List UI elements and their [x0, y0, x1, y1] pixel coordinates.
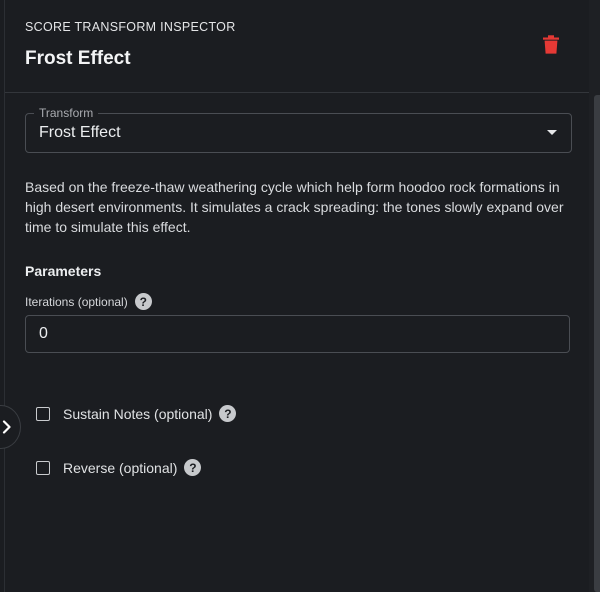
- inspector-title: Frost Effect: [25, 48, 131, 69]
- transform-select-label: Transform: [34, 106, 99, 120]
- sustain-notes-option[interactable]: Sustain Notes (optional) ?: [36, 405, 237, 422]
- inspector-overline: SCORE TRANSFORM INSPECTOR: [25, 20, 236, 34]
- trash-icon: [543, 34, 559, 54]
- transform-description: Based on the freeze-thaw weathering cycl…: [25, 179, 564, 235]
- inspector-panel: SCORE TRANSFORM INSPECTOR Frost Effect T…: [4, 0, 589, 592]
- iterations-input[interactable]: [25, 315, 570, 353]
- dropdown-arrow-icon: [547, 130, 557, 135]
- iterations-label-row: Iterations (optional) ?: [25, 293, 152, 310]
- parameters-heading: Parameters: [25, 263, 102, 279]
- delete-transform-button[interactable]: [535, 28, 567, 60]
- help-icon[interactable]: ?: [184, 459, 202, 476]
- transform-select-value: Frost Effect: [39, 124, 121, 141]
- reverse-label: Reverse (optional): [63, 459, 178, 476]
- chevron-right-icon: [2, 420, 11, 434]
- help-icon[interactable]: ?: [219, 405, 237, 422]
- help-icon[interactable]: ?: [134, 293, 152, 310]
- sustain-notes-label: Sustain Notes (optional): [63, 405, 213, 422]
- sustain-notes-checkbox[interactable]: [36, 406, 50, 421]
- iterations-label: Iterations (optional): [25, 294, 128, 309]
- scrollbar-thumb[interactable]: [594, 95, 600, 592]
- transform-select[interactable]: Transform Frost Effect: [25, 106, 572, 153]
- reverse-checkbox[interactable]: [36, 460, 50, 475]
- reverse-option[interactable]: Reverse (optional) ?: [36, 459, 202, 476]
- inspector-header: SCORE TRANSFORM INSPECTOR Frost Effect: [5, 0, 589, 93]
